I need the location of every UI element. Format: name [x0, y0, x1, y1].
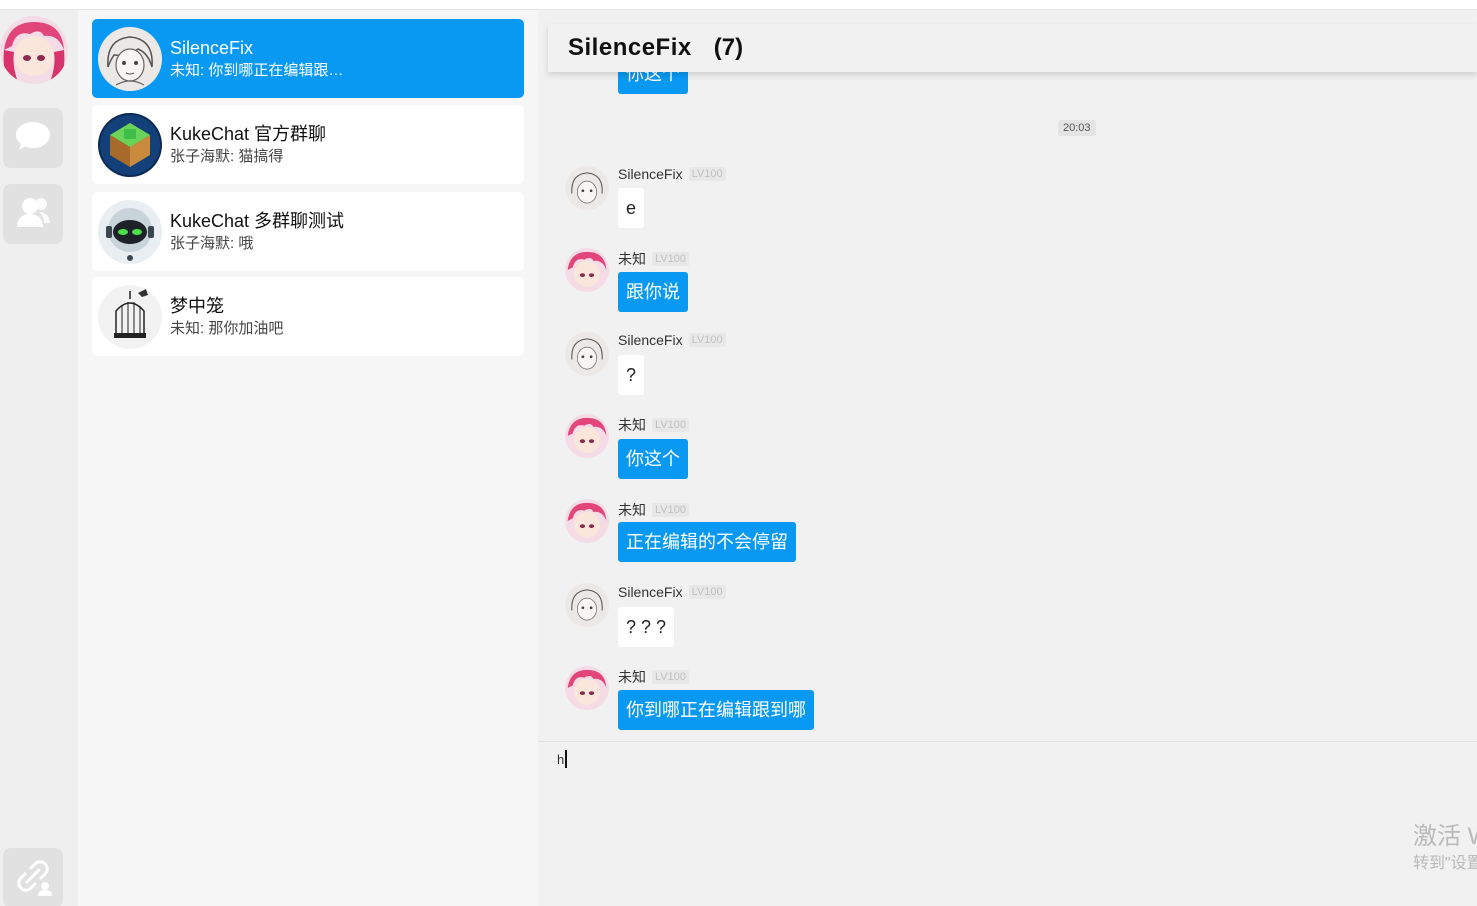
message-input-value: h: [557, 751, 565, 767]
level-badge: LV100: [652, 670, 689, 684]
message-meta: 未知 LV100: [618, 415, 689, 435]
sender-name: 未知: [618, 502, 646, 518]
sender-avatar[interactable]: [565, 499, 609, 543]
level-badge: LV100: [652, 503, 689, 517]
message-bubble: 你这个: [618, 439, 688, 479]
message-meta: 未知 LV100: [618, 667, 689, 687]
conversation-last-message: 未知: 那你加油吧: [170, 319, 284, 337]
message-meta: 未知 LV100: [618, 500, 689, 520]
chat-nav-button[interactable]: [3, 108, 63, 168]
message-bubble: ?: [618, 355, 645, 395]
message-meta: SilenceFix LV100: [618, 584, 726, 600]
conversation-item-silencefix[interactable]: SilenceFix 未知: 你到哪正在编辑跟…: [92, 19, 524, 98]
message-list[interactable]: 你这个 20:03 SilenceFix LV100 e 未知 LV100 跟你…: [538, 10, 1477, 741]
sender-name: SilenceFix: [618, 332, 683, 348]
robot-avatar: [98, 199, 162, 264]
conversation-last-message: 张子海默: 猫搞得: [170, 147, 284, 165]
level-badge: LV100: [652, 252, 689, 266]
level-badge: LV100: [688, 333, 726, 347]
chat-header: SilenceFix (7): [548, 24, 1477, 72]
level-badge: LV100: [652, 418, 689, 432]
user-avatar[interactable]: [0, 16, 68, 84]
sender-name: SilenceFix: [618, 166, 683, 182]
sender-avatar[interactable]: [565, 414, 609, 458]
message-input-area[interactable]: h 激活 W 转到"设置: [538, 741, 1477, 906]
voxel-island-avatar: [98, 112, 162, 177]
chat-bubble-icon: [13, 116, 53, 161]
conversation-item-mengzhonglong[interactable]: 梦中笼 未知: 那你加油吧: [92, 277, 524, 356]
time-divider: 20:03: [1058, 120, 1096, 136]
sender-name: SilenceFix: [618, 584, 683, 600]
birdcage-avatar: [98, 284, 162, 349]
sender-name: 未知: [618, 417, 646, 433]
message-bubble: ? ? ?: [618, 607, 675, 647]
conversation-name: KukeChat 官方群聊: [170, 123, 327, 144]
conversation-name: SilenceFix: [170, 37, 254, 58]
sender-name: 未知: [618, 251, 646, 267]
chat-panel: SilenceFix (7) 你这个 20:03 SilenceFix LV10…: [538, 10, 1477, 906]
window-top-strip: [0, 0, 1477, 10]
chat-title: SilenceFix: [568, 34, 692, 61]
chat-member-count: (7): [713, 34, 744, 61]
message-meta: SilenceFix LV100: [618, 332, 726, 348]
sender-avatar[interactable]: [565, 166, 609, 210]
message-bubble: 跟你说: [618, 272, 688, 312]
conversation-last-message: 未知: 你到哪正在编辑跟…: [170, 61, 344, 79]
sender-avatar[interactable]: [565, 583, 609, 627]
conversation-item-kukechat-official[interactable]: KukeChat 官方群聊 张子海默: 猫搞得: [92, 105, 524, 184]
sketch-girl-avatar: [98, 26, 162, 91]
sender-name: 未知: [618, 669, 646, 685]
contacts-icon: [13, 192, 53, 237]
link-user-icon: [13, 856, 53, 901]
contacts-nav-button[interactable]: [3, 184, 63, 244]
conversation-item-kukechat-multi[interactable]: KukeChat 多群聊测试 张子海默: 哦: [92, 192, 524, 271]
level-badge: LV100: [688, 585, 726, 599]
watermark-line2: 转到"设置: [1413, 855, 1477, 872]
message-meta: 未知 LV100: [618, 249, 689, 269]
activation-watermark: 激活 W 转到"设置: [1413, 822, 1477, 876]
watermark-line1: 激活 W: [1413, 823, 1477, 850]
message-input[interactable]: h: [557, 750, 568, 768]
conversation-name: 梦中笼: [170, 295, 224, 316]
conversation-name: KukeChat 多群聊测试: [170, 210, 345, 231]
message-bubble: 你到哪正在编辑跟到哪: [618, 690, 814, 730]
message-meta: SilenceFix LV100: [618, 166, 726, 182]
link-account-button[interactable]: [3, 848, 63, 906]
sender-avatar[interactable]: [565, 332, 609, 376]
message-bubble: e: [618, 188, 645, 228]
sender-avatar[interactable]: [565, 248, 609, 292]
conversation-last-message: 张子海默: 哦: [170, 234, 254, 252]
message-bubble: 正在编辑的不会停留: [618, 522, 796, 562]
nav-rail: [0, 10, 78, 906]
conversation-list: SilenceFix 未知: 你到哪正在编辑跟… KukeChat 官方群聊 张…: [78, 10, 538, 906]
level-badge: LV100: [688, 167, 726, 181]
sender-avatar[interactable]: [565, 666, 609, 710]
text-caret: [565, 750, 568, 768]
